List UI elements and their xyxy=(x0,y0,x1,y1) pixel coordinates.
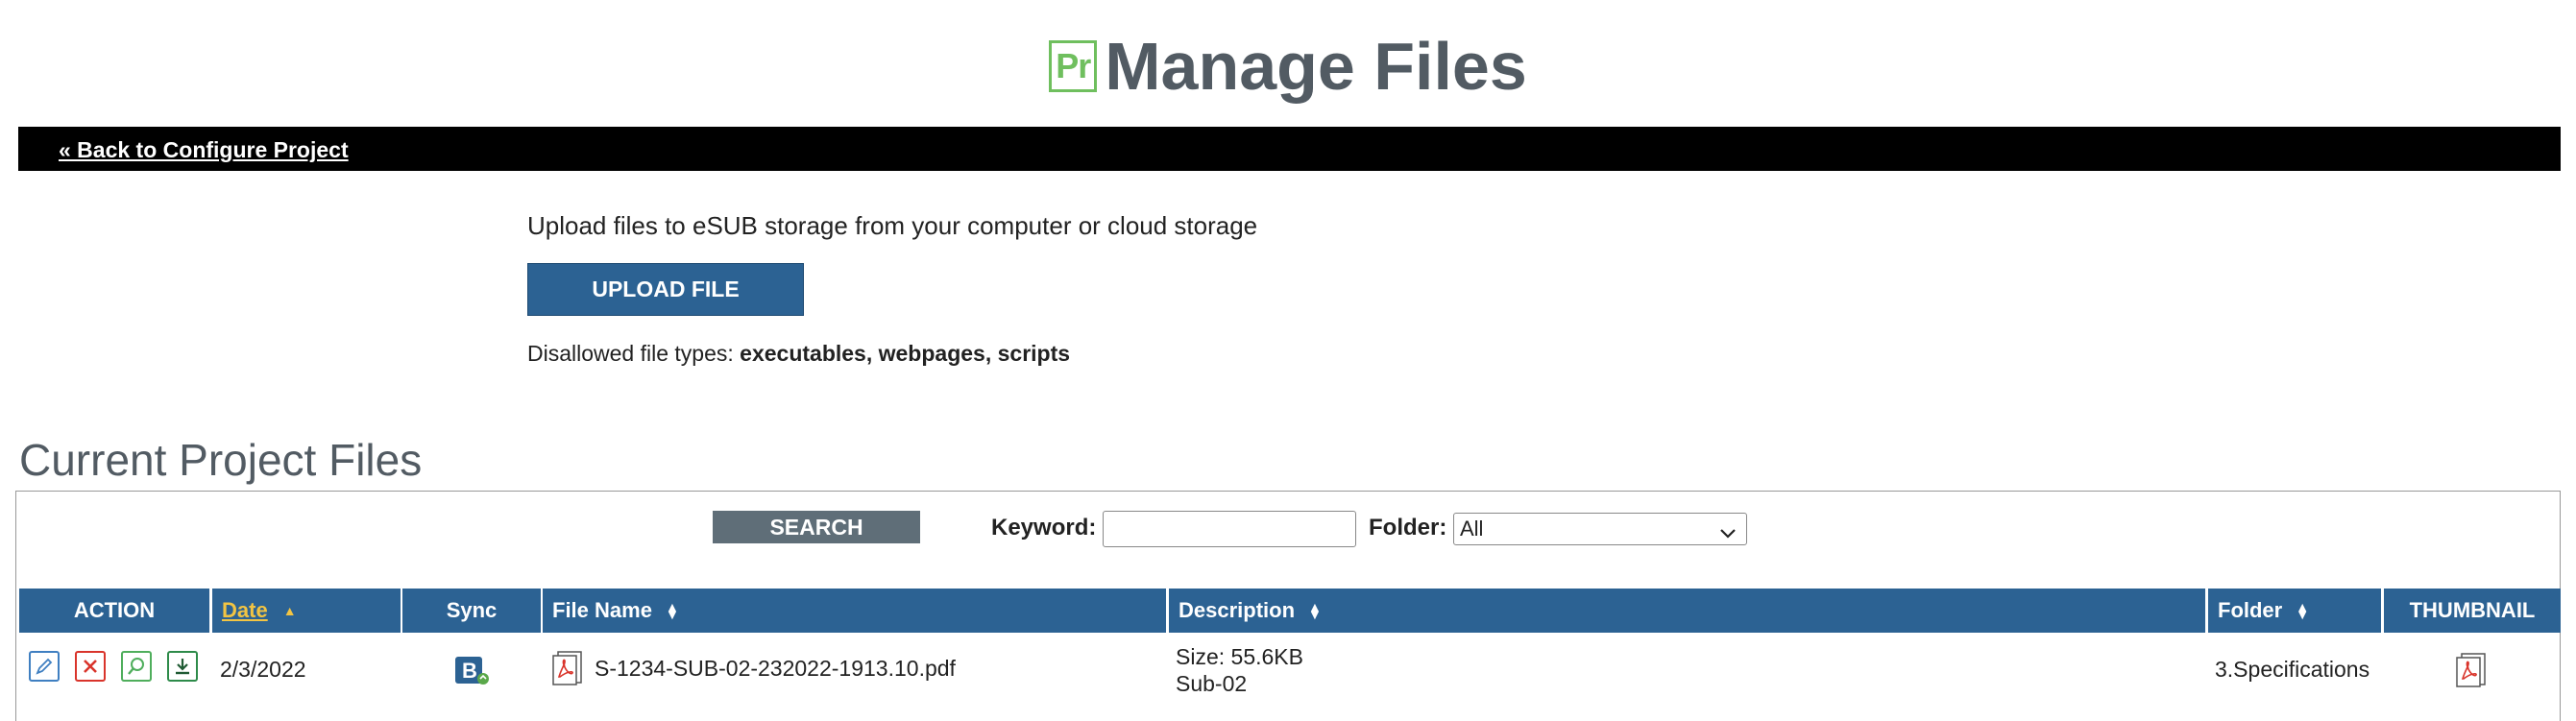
edit-icon[interactable] xyxy=(29,651,60,682)
col-sync: Sync xyxy=(402,589,541,633)
folder-select[interactable]: All xyxy=(1453,513,1747,545)
upload-file-button[interactable]: UPLOAD FILE xyxy=(527,263,804,316)
nav-bar: « Back to Configure Project xyxy=(18,127,2561,171)
download-icon[interactable] xyxy=(167,651,198,682)
view-icon[interactable] xyxy=(121,651,152,682)
back-to-configure-project-link[interactable]: « Back to Configure Project xyxy=(59,137,349,163)
sort-icon: ▲ ▼ xyxy=(2296,599,2310,622)
col-file-name[interactable]: File Name ▲ ▼ xyxy=(543,589,1166,633)
keyword-input[interactable] xyxy=(1103,511,1356,547)
col-thumbnail-label: THUMBNAIL xyxy=(2409,598,2536,622)
delete-icon[interactable] xyxy=(75,651,106,682)
disallowed-file-types: Disallowed file types: executables, webp… xyxy=(527,341,1070,367)
col-description[interactable]: Description ▲ ▼ xyxy=(1169,589,2205,633)
chevron-down-icon xyxy=(1719,521,1737,546)
col-date[interactable]: Date ▲ xyxy=(212,589,401,633)
disallowed-types: executables, webpages, scripts xyxy=(740,341,1071,366)
app-logo: Pr xyxy=(1049,40,1098,92)
page-header: Pr Manage Files xyxy=(0,25,2576,108)
sort-icon: ▲ ▼ xyxy=(1308,599,1322,622)
col-date-label[interactable]: Date xyxy=(222,598,268,623)
col-thumbnail: THUMBNAIL xyxy=(2384,589,2561,633)
svg-text:B: B xyxy=(462,659,477,683)
col-folder[interactable]: Folder ▲ ▼ xyxy=(2208,589,2381,633)
row-description: Sub-02 xyxy=(1176,671,1248,696)
row-date: 2/3/2022 xyxy=(220,657,306,682)
col-action: ACTION xyxy=(19,589,209,633)
keyword-label: Keyword: xyxy=(991,515,1097,541)
folder-label: Folder: xyxy=(1369,515,1447,541)
col-file-name-label: File Name xyxy=(552,598,652,622)
col-description-label: Description xyxy=(1179,598,1296,622)
search-button[interactable]: SEARCH xyxy=(713,511,920,543)
row-size: Size: 55.6KB xyxy=(1176,644,1303,669)
upload-description: Upload files to eSUB storage from your c… xyxy=(527,211,1258,240)
col-sync-label: Sync xyxy=(446,598,498,622)
col-action-label: ACTION xyxy=(73,598,156,622)
box-sync-icon[interactable]: B xyxy=(453,653,492,693)
row-folder: 3.Specifications xyxy=(2215,657,2370,682)
pdf-file-icon xyxy=(550,650,585,692)
disallowed-label: Disallowed file types: xyxy=(527,341,734,366)
sort-asc-icon: ▲ xyxy=(282,603,297,618)
sort-icon: ▲ ▼ xyxy=(665,599,679,622)
page-title: Manage Files xyxy=(1105,29,1527,104)
thumbnail-pdf-icon[interactable] xyxy=(2453,652,2490,694)
col-folder-label: Folder xyxy=(2218,598,2283,622)
section-title: Current Project Files xyxy=(19,435,423,485)
folder-select-value: All xyxy=(1460,517,1484,541)
row-file-name[interactable]: S-1234-SUB-02-232022-1913.10.pdf xyxy=(595,656,956,682)
